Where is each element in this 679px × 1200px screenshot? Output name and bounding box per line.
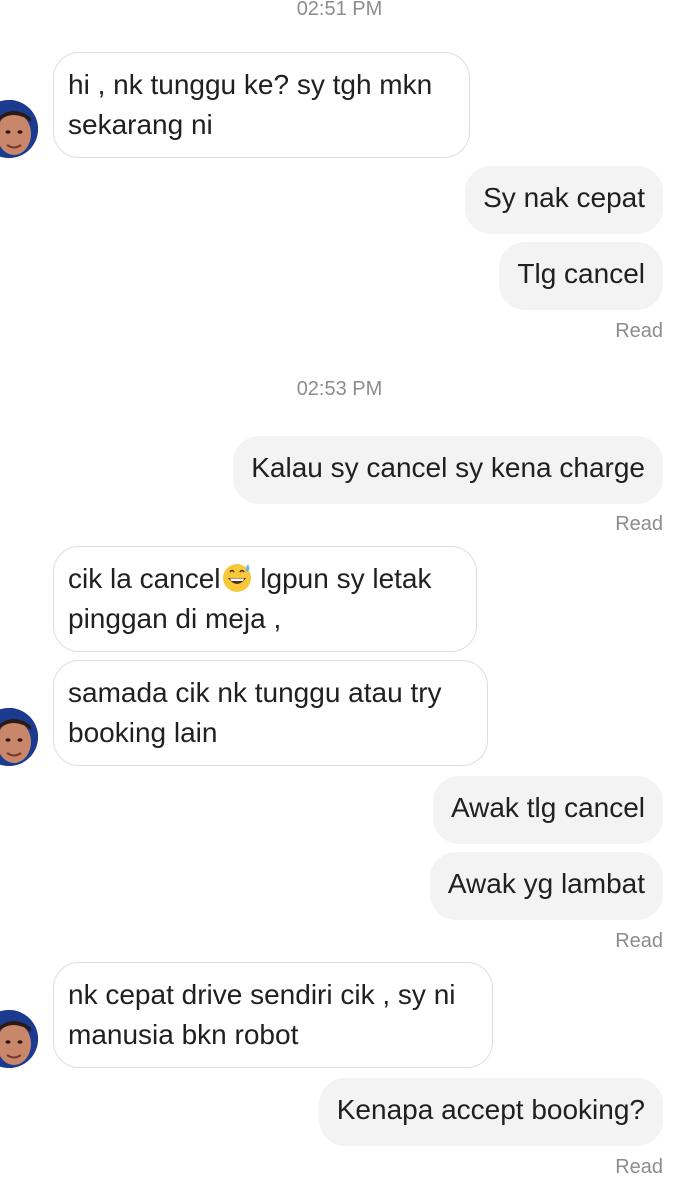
message-text: Kalau sy cancel sy kena charge bbox=[251, 452, 645, 483]
message-text: nk cepat drive sendiri cik , sy ni manus… bbox=[68, 979, 456, 1050]
read-receipt: Read bbox=[615, 513, 663, 535]
message-text: cik la cancel lgpun sy letak pinggan di … bbox=[68, 559, 460, 639]
outgoing-message[interactable]: Awak yg lambat bbox=[429, 852, 663, 920]
outgoing-message[interactable]: Tlg cancel bbox=[499, 242, 663, 310]
outgoing-message[interactable]: Sy nak cepat bbox=[465, 166, 663, 234]
message-text-part: cik la cancel bbox=[68, 563, 221, 594]
read-receipt: Read bbox=[615, 320, 663, 342]
driver-avatar[interactable] bbox=[0, 1010, 38, 1068]
message-text: Awak tlg cancel bbox=[450, 792, 645, 823]
driver-avatar[interactable] bbox=[0, 100, 38, 158]
read-receipt: Read bbox=[615, 930, 663, 952]
incoming-message[interactable]: hi , nk tunggu ke? sy tgh mkn sekarang n… bbox=[53, 52, 470, 158]
timestamp: 02:51 PM bbox=[296, 0, 383, 20]
message-text: Awak yg lambat bbox=[447, 868, 645, 899]
outgoing-message[interactable]: Awak tlg cancel bbox=[432, 776, 663, 844]
incoming-message[interactable]: nk cepat drive sendiri cik , sy ni manus… bbox=[53, 962, 493, 1068]
outgoing-message[interactable]: Kenapa accept booking? bbox=[318, 1078, 663, 1146]
message-text: Tlg cancel bbox=[517, 258, 645, 289]
read-receipt: Read bbox=[615, 1156, 663, 1178]
driver-face-icon bbox=[0, 1010, 38, 1068]
incoming-message[interactable]: cik la cancel lgpun sy letak pinggan di … bbox=[53, 546, 477, 652]
timestamp: 02:53 PM bbox=[296, 378, 383, 400]
driver-face-icon bbox=[0, 100, 38, 158]
message-text: Kenapa accept booking? bbox=[336, 1094, 645, 1125]
message-text: samada cik nk tunggu atau try booking la… bbox=[68, 677, 442, 748]
incoming-message[interactable]: samada cik nk tunggu atau try booking la… bbox=[53, 660, 488, 766]
grinning-sweat-emoji-icon bbox=[222, 564, 251, 592]
driver-face-icon bbox=[0, 708, 38, 766]
driver-avatar[interactable] bbox=[0, 708, 38, 766]
outgoing-message[interactable]: Kalau sy cancel sy kena charge bbox=[233, 436, 663, 504]
message-text: hi , nk tunggu ke? sy tgh mkn sekarang n… bbox=[68, 69, 433, 140]
message-text: Sy nak cepat bbox=[483, 182, 645, 213]
